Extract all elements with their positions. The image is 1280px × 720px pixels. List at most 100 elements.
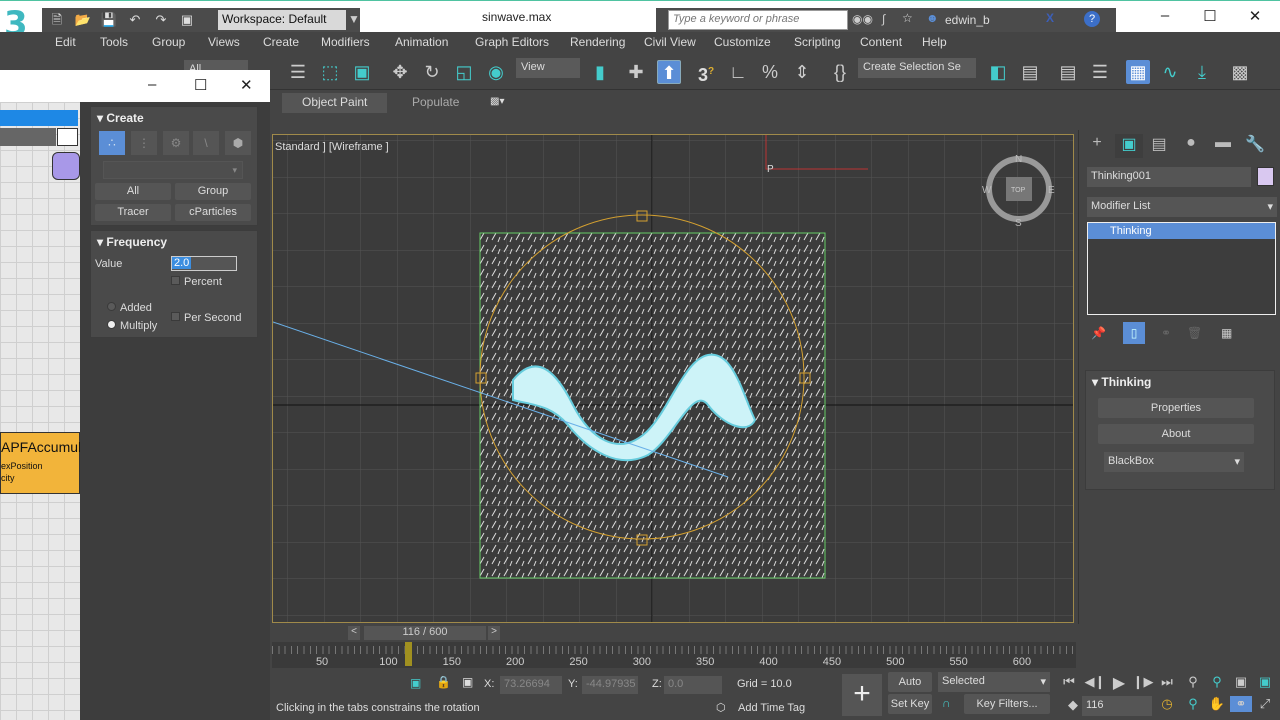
- edit-named-selection-icon[interactable]: {}: [828, 60, 852, 84]
- object-name-field[interactable]: Thinking001: [1087, 167, 1251, 187]
- menu-animation[interactable]: Animation: [395, 35, 448, 49]
- tracer-button[interactable]: Tracer: [95, 204, 171, 221]
- wrench-icon[interactable]: \: [193, 131, 219, 155]
- operator-node[interactable]: [52, 152, 80, 180]
- about-button[interactable]: About: [1098, 424, 1254, 444]
- make-unique-icon[interactable]: ⚭: [1161, 326, 1171, 340]
- stack-item-thinking[interactable]: Thinking: [1088, 223, 1275, 239]
- align-icon[interactable]: ▤: [1018, 60, 1042, 84]
- ribbon-toggle-icon[interactable]: ▦: [1126, 60, 1150, 84]
- rectangle-selection-icon[interactable]: ⬚: [318, 60, 342, 84]
- menu-rendering[interactable]: Rendering: [570, 35, 625, 49]
- zoom-extents-icon[interactable]: ▣: [1230, 674, 1252, 690]
- reference-coordinate-dropdown[interactable]: View: [516, 58, 580, 78]
- snaps-toggle-icon[interactable]: 3?: [694, 60, 718, 85]
- field-of-view-icon[interactable]: ⚲: [1182, 696, 1204, 712]
- menu-tools[interactable]: Tools: [100, 35, 128, 49]
- menu-edit[interactable]: Edit: [55, 35, 76, 49]
- open-file-icon[interactable]: 📂: [74, 12, 92, 28]
- multiply-radio[interactable]: Multiply: [107, 320, 157, 332]
- layer-explorer-icon[interactable]: ☰: [1088, 60, 1112, 84]
- create-tab-icon[interactable]: +: [1083, 134, 1111, 158]
- object-color-swatch[interactable]: [1257, 167, 1274, 186]
- added-radio[interactable]: Added: [107, 302, 152, 314]
- mirror-icon[interactable]: ◧: [986, 60, 1010, 84]
- zoom-icon[interactable]: ⚲: [1182, 674, 1204, 690]
- window-crossing-icon[interactable]: ▣: [350, 60, 374, 84]
- save-icon[interactable]: 💾: [100, 12, 118, 28]
- zoom-all-icon[interactable]: ⚲: [1206, 674, 1228, 690]
- close-button[interactable]: ✕: [1240, 7, 1270, 25]
- menu-group[interactable]: Group: [152, 35, 185, 49]
- particle-field-box[interactable]: [479, 232, 826, 579]
- track-bar[interactable]: 50 100 150 200 250 300 350 400 450 500 550 600: [272, 642, 1076, 668]
- go-to-start-icon[interactable]: ⏮: [1058, 674, 1080, 690]
- key-mode-dropdown[interactable]: Selected ▾: [938, 672, 1050, 692]
- move-icon[interactable]: ✥: [388, 60, 412, 84]
- next-frame-icon[interactable]: ❙▶: [1132, 674, 1154, 690]
- prev-frame-button[interactable]: <: [348, 626, 360, 640]
- material-editor-icon[interactable]: ▩: [1228, 60, 1252, 84]
- go-to-end-icon[interactable]: ⏭: [1156, 674, 1178, 690]
- modify-tab-icon[interactable]: ▣: [1115, 134, 1143, 158]
- satellite-icon[interactable]: ∫: [882, 12, 885, 26]
- tab-populate[interactable]: Populate: [392, 93, 479, 113]
- scale-icon[interactable]: ◱: [452, 60, 476, 84]
- time-configuration-icon[interactable]: ◷: [1156, 696, 1178, 712]
- add-time-tag[interactable]: Add Time Tag: [738, 702, 805, 714]
- particles-icon[interactable]: ∴: [99, 131, 125, 155]
- properties-button[interactable]: Properties: [1098, 398, 1254, 418]
- motion-tab-icon[interactable]: ●: [1177, 134, 1205, 158]
- gear-icon[interactable]: ⚙: [163, 131, 189, 155]
- menu-graph-editors[interactable]: Graph Editors: [475, 35, 549, 49]
- maximize-button[interactable]: ☐: [1195, 7, 1225, 25]
- undo-icon[interactable]: ↶: [126, 12, 144, 28]
- keyboard-shortcut-override-icon[interactable]: ⬆: [657, 60, 681, 84]
- maximize-button[interactable]: ☐: [194, 76, 207, 94]
- frequency-rollout-title[interactable]: ▾ Frequency: [97, 235, 167, 249]
- next-frame-button[interactable]: >: [488, 626, 500, 640]
- customize-qat-icon[interactable]: ▼: [348, 12, 360, 26]
- value-spinner[interactable]: 2.0: [171, 256, 237, 271]
- select-by-name-icon[interactable]: ☰: [286, 60, 310, 84]
- user-name[interactable]: edwin_b: [945, 13, 990, 27]
- key-filters-button[interactable]: Key Filters...: [964, 694, 1050, 714]
- cube-icon[interactable]: ⬢: [225, 131, 251, 155]
- rollout-title[interactable]: ▾ Thinking: [1092, 375, 1151, 389]
- close-button[interactable]: ✕: [240, 76, 253, 94]
- apf-accumulate-node[interactable]: APFAccumula exPosition city: [0, 432, 80, 494]
- viewport-label[interactable]: Standard ] [Wireframe ]: [275, 141, 389, 153]
- named-selection-dropdown[interactable]: Create Selection Se: [858, 58, 976, 78]
- project-icon[interactable]: ▣: [178, 12, 196, 28]
- lock-icon[interactable]: 🔒: [436, 675, 451, 689]
- menu-modifiers[interactable]: Modifiers: [321, 35, 370, 49]
- ribbon-options-icon[interactable]: ▩▾: [490, 96, 504, 107]
- flow-icon[interactable]: ⋮: [131, 131, 157, 155]
- type-dropdown[interactable]: ▾: [103, 161, 243, 179]
- percent-snap-icon[interactable]: %: [758, 60, 782, 84]
- schematic-view-icon[interactable]: ⤓: [1190, 60, 1214, 84]
- orbit-icon[interactable]: ⚭: [1230, 696, 1252, 712]
- pin-stack-icon[interactable]: 📌: [1091, 326, 1106, 340]
- workspace-dropdown[interactable]: Workspace: Default: [218, 10, 346, 30]
- pivot-center-icon[interactable]: ▮: [588, 60, 612, 84]
- new-file-icon[interactable]: 🗎: [48, 12, 66, 28]
- favorites-star-icon[interactable]: ☆: [902, 11, 913, 25]
- menu-help[interactable]: Help: [922, 35, 947, 49]
- show-end-result-icon[interactable]: ▯: [1123, 322, 1145, 344]
- utilities-tab-icon[interactable]: 🔧: [1241, 134, 1269, 158]
- menu-views[interactable]: Views: [208, 35, 240, 49]
- minimize-button[interactable]: –: [1150, 7, 1180, 24]
- binoculars-icon[interactable]: ◉◉: [852, 12, 873, 26]
- y-coordinate-field[interactable]: -44.97935: [582, 676, 638, 694]
- percent-checkbox[interactable]: Percent: [171, 276, 222, 288]
- zoom-extents-all-icon[interactable]: ▣: [1254, 674, 1276, 690]
- absolute-mode-icon[interactable]: ▣: [462, 675, 473, 689]
- select-manipulate-icon[interactable]: ✚: [624, 60, 648, 84]
- previous-frame-icon[interactable]: ◀❙: [1084, 674, 1106, 690]
- set-keys-button[interactable]: +: [842, 674, 882, 716]
- blackbox-dropdown[interactable]: BlackBox ▾: [1104, 452, 1244, 472]
- scene-explorer-icon[interactable]: ▤: [1056, 60, 1080, 84]
- default-tangents-icon[interactable]: ∩: [942, 696, 951, 710]
- create-rollout-title[interactable]: ▾ Create: [97, 111, 144, 125]
